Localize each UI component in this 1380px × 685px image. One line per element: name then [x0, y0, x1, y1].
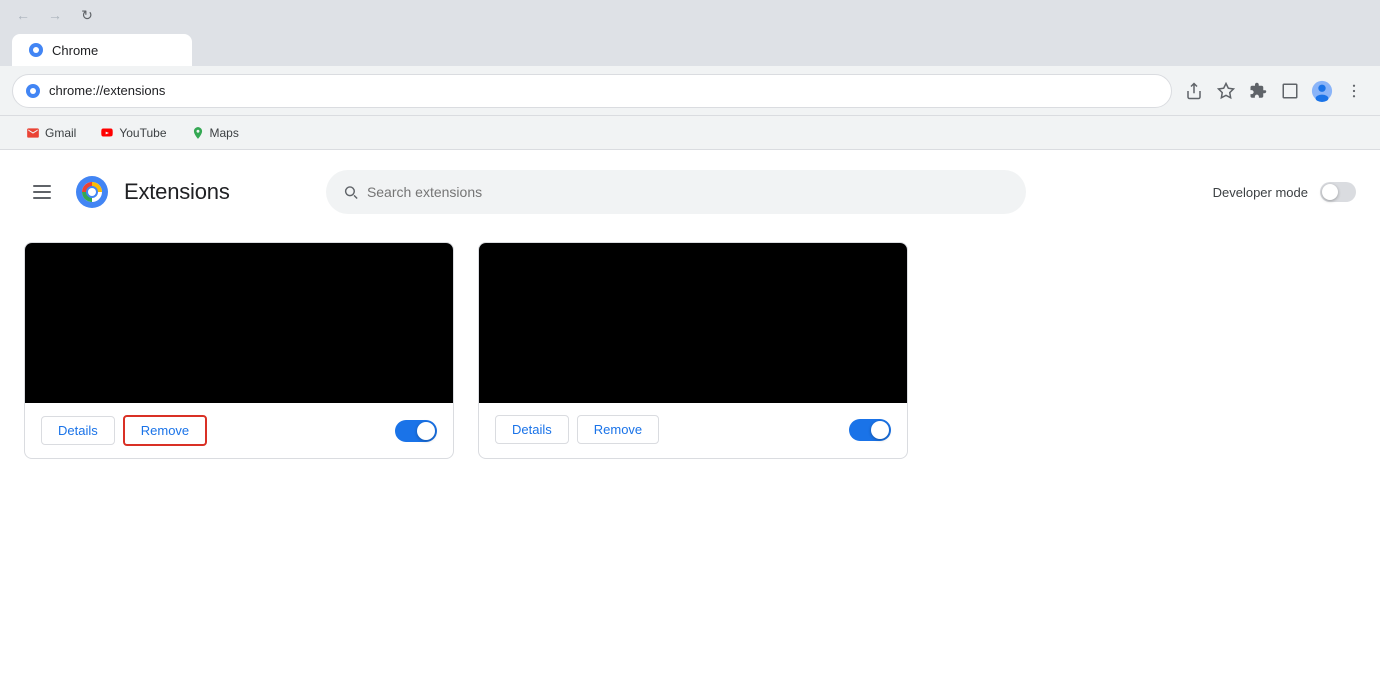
search-input[interactable]: [367, 184, 1010, 200]
chrome-logo: [76, 176, 108, 208]
toggle-thumb: [1322, 184, 1338, 200]
hamburger-line-3: [33, 197, 51, 199]
tab-bar: Chrome: [0, 30, 1380, 66]
hamburger-line-2: [33, 191, 51, 193]
toolbar-icons: [1180, 77, 1368, 105]
browser-titlebar: ← → ↻: [0, 0, 1380, 30]
extension-remove-button-2[interactable]: Remove: [577, 415, 659, 444]
hamburger-line-1: [33, 185, 51, 187]
nav-controls: ← → ↻: [12, 4, 98, 26]
tab-favicon: [28, 42, 44, 58]
account-button[interactable]: [1308, 77, 1336, 105]
extension-toggle-thumb-2: [871, 421, 889, 439]
search-container: [326, 170, 1026, 214]
sidebar-toggle-button[interactable]: [24, 174, 60, 210]
address-text: chrome://extensions: [49, 83, 165, 98]
bookmark-bar: Gmail YouTube Maps: [0, 116, 1380, 150]
extension-card-actions-1: Details Remove: [25, 403, 453, 458]
extension-toggle-1[interactable]: [395, 420, 437, 442]
extensions-button[interactable]: [1244, 77, 1272, 105]
extension-toggle-thumb-1: [417, 422, 435, 440]
extension-card-1: Details Remove: [24, 242, 454, 459]
bookmark-youtube[interactable]: YouTube: [90, 122, 176, 144]
extensions-header: Extensions Developer mode: [0, 150, 1380, 234]
forward-button[interactable]: →: [44, 4, 66, 26]
page-content: Extensions Developer mode Details Remove: [0, 150, 1380, 685]
extension-toggle-2[interactable]: [849, 419, 891, 441]
extension-details-button-2[interactable]: Details: [495, 415, 569, 444]
page-title: Extensions: [124, 179, 230, 205]
tab-title: Chrome: [52, 43, 98, 58]
window-button[interactable]: [1276, 77, 1304, 105]
menu-button[interactable]: [1340, 77, 1368, 105]
extension-thumbnail-2: [479, 243, 907, 403]
gmail-favicon: [26, 126, 40, 140]
developer-mode-label: Developer mode: [1213, 185, 1308, 200]
developer-mode-toggle[interactable]: [1320, 182, 1356, 202]
address-bar[interactable]: chrome://extensions: [12, 74, 1172, 108]
bookmark-gmail[interactable]: Gmail: [16, 122, 86, 144]
youtube-label: YouTube: [119, 126, 166, 140]
youtube-favicon: [100, 126, 114, 140]
bookmark-button[interactable]: [1212, 77, 1240, 105]
bookmark-maps[interactable]: Maps: [181, 122, 249, 144]
extension-details-button-1[interactable]: Details: [41, 416, 115, 445]
maps-label: Maps: [210, 126, 239, 140]
gmail-label: Gmail: [45, 126, 76, 140]
extension-card-actions-2: Details Remove: [479, 403, 907, 456]
developer-mode-area: Developer mode: [1213, 182, 1356, 202]
extensions-grid: Details Remove Details Remove: [0, 234, 1380, 483]
share-button[interactable]: [1180, 77, 1208, 105]
extension-remove-button-1[interactable]: Remove: [123, 415, 207, 446]
address-bar-row: chrome://extensions: [0, 66, 1380, 116]
extension-card-2: Details Remove: [478, 242, 908, 459]
extension-thumbnail-1: [25, 243, 453, 403]
address-favicon: [25, 83, 41, 99]
reload-button[interactable]: ↻: [76, 4, 98, 26]
maps-favicon: [191, 126, 205, 140]
back-button[interactable]: ←: [12, 4, 34, 26]
search-icon: [342, 183, 359, 201]
active-tab[interactable]: Chrome: [12, 34, 192, 66]
